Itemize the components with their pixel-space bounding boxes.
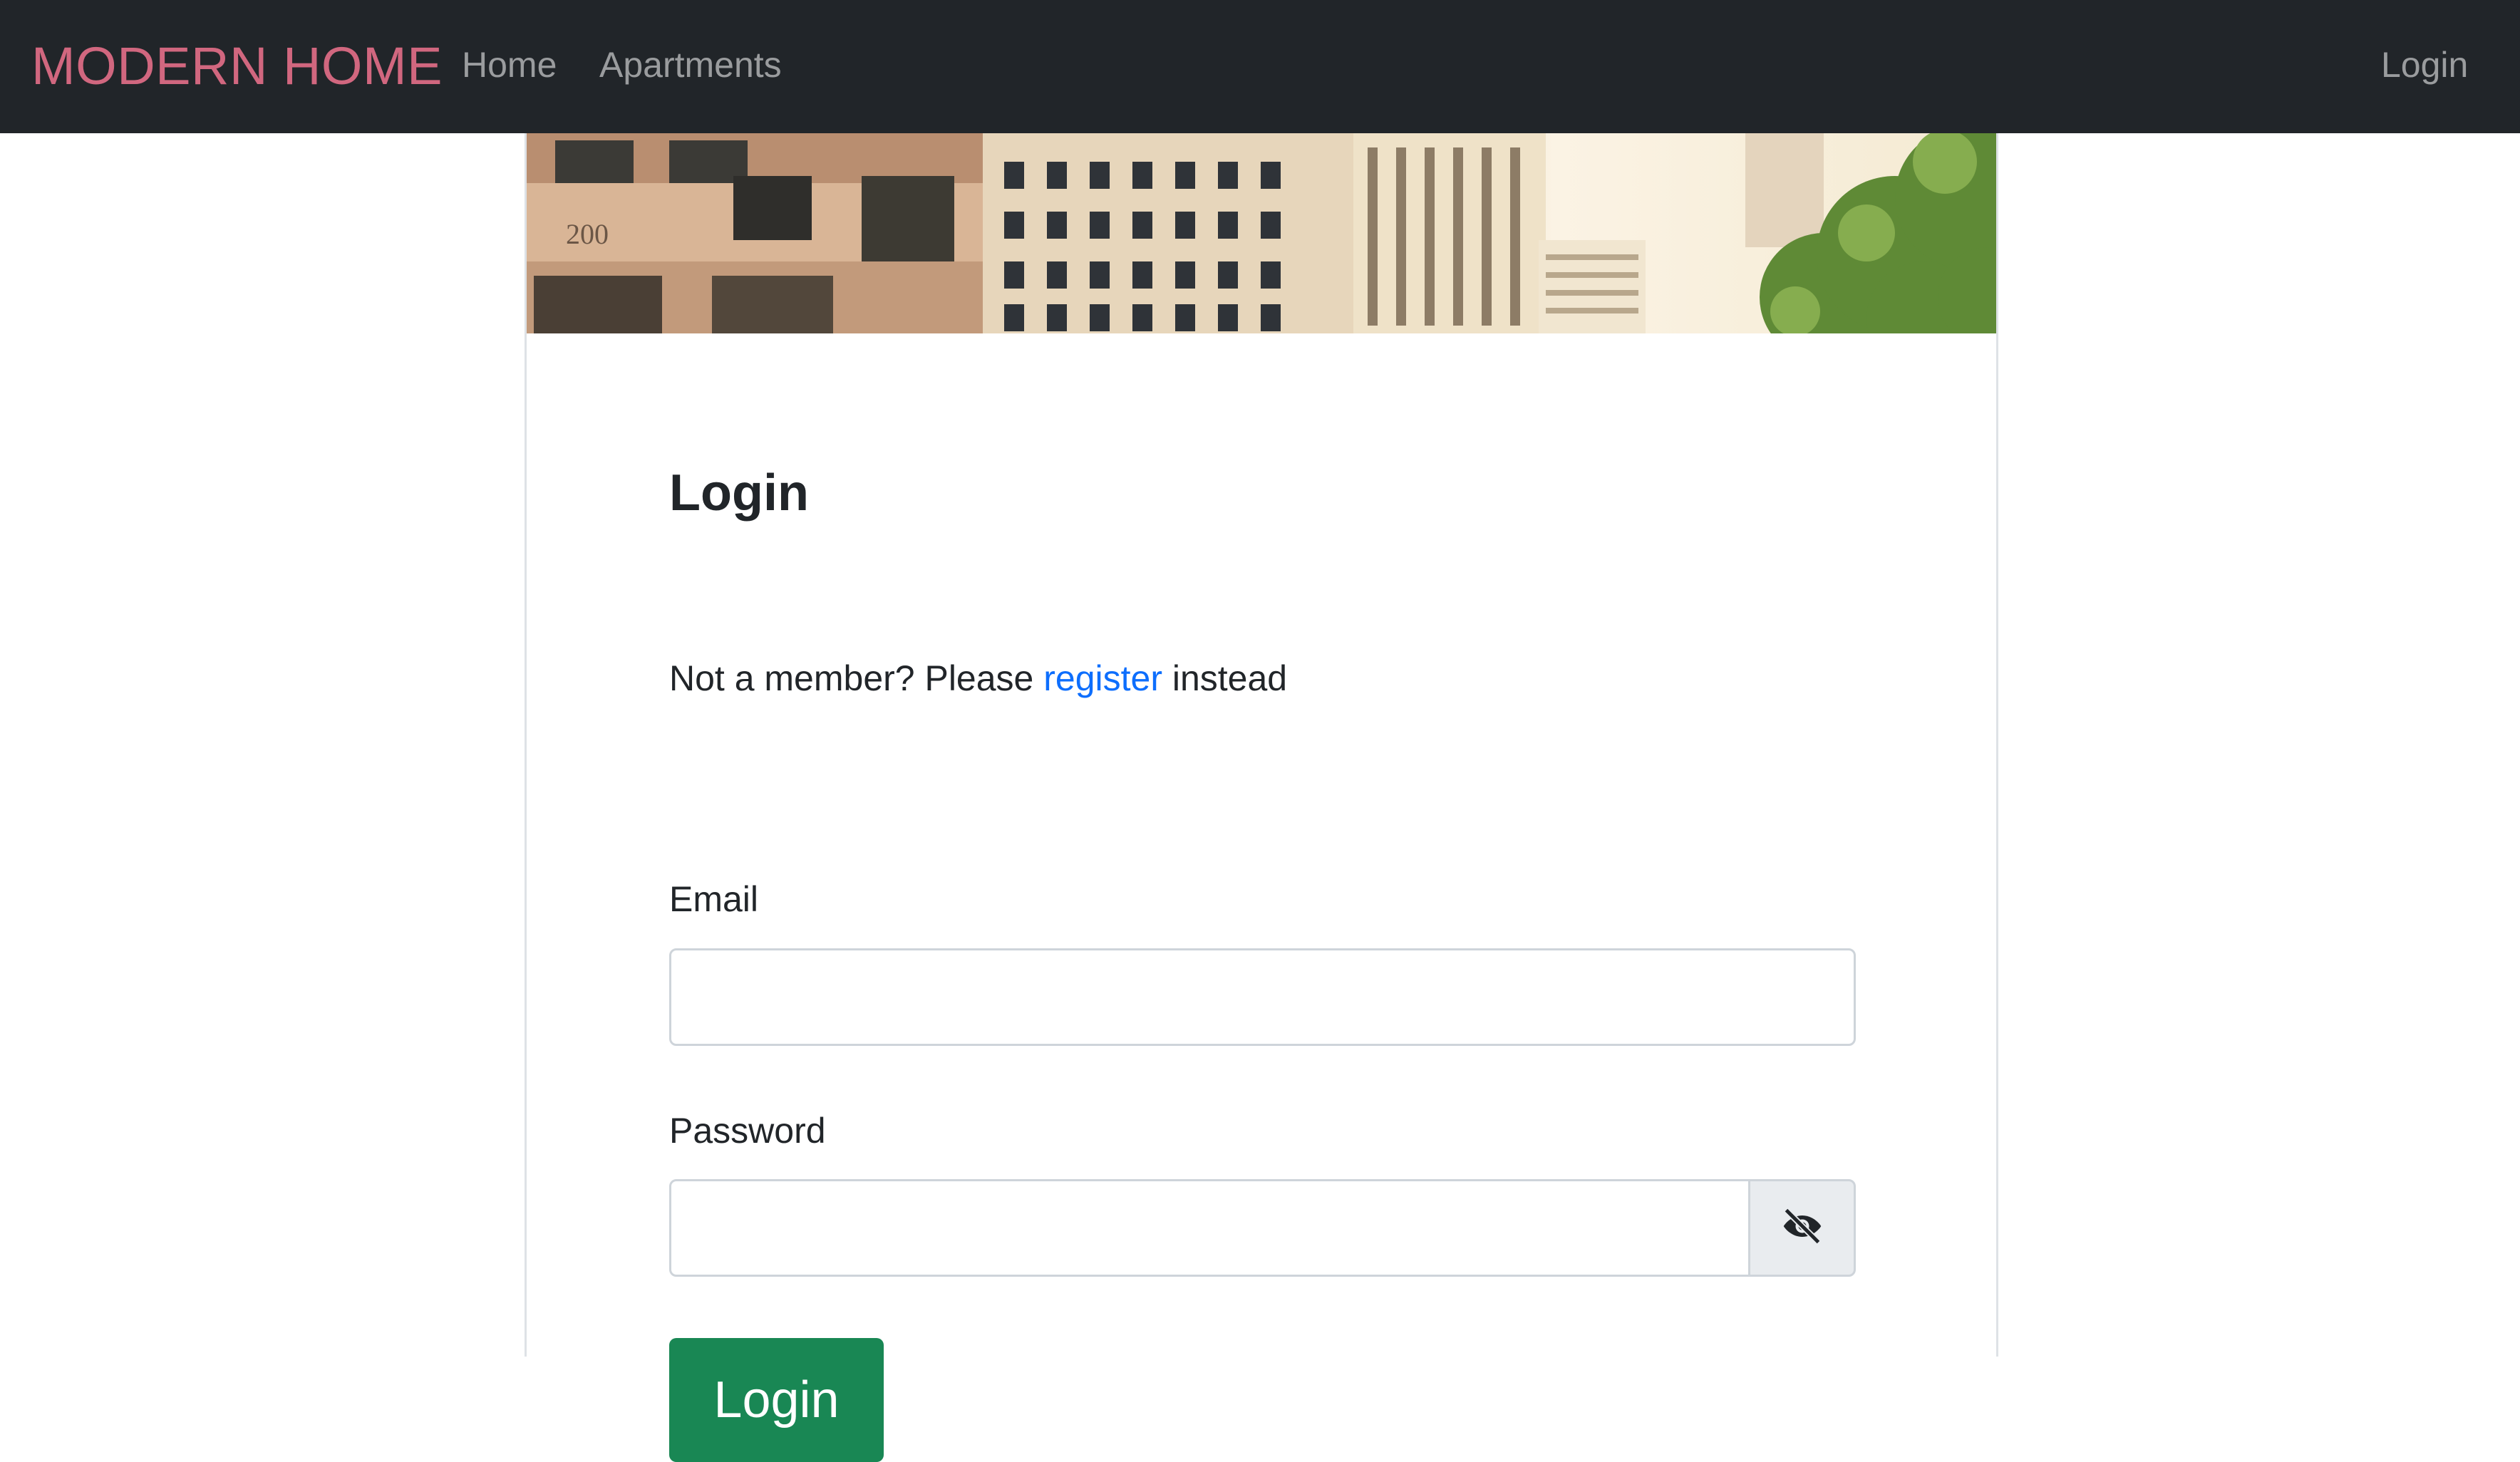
register-prompt-suffix: instead (1162, 658, 1288, 698)
register-prompt: Not a member? Please register instead (669, 653, 1287, 703)
top-navbar: MODERN HOME Home Apartments Login (0, 0, 2520, 133)
nav-link-home[interactable]: Home (462, 40, 557, 90)
header-building-image: 200 (527, 133, 1996, 333)
password-field[interactable] (669, 1179, 1750, 1277)
register-link[interactable]: register (1043, 658, 1162, 698)
nav-link-login[interactable]: Login (2381, 40, 2468, 90)
login-submit-button[interactable]: Login (669, 1338, 884, 1462)
register-prompt-prefix: Not a member? Please (669, 658, 1044, 698)
email-field[interactable] (669, 948, 1856, 1046)
brand-logo[interactable]: MODERN HOME (31, 33, 443, 100)
nav-link-apartments[interactable]: Apartments (599, 40, 782, 90)
svg-text:200: 200 (566, 218, 609, 250)
login-card: 200 Login Not a member? Please register … (525, 133, 1998, 1462)
eye-slash-icon (1781, 1208, 1824, 1248)
email-label: Email (669, 879, 759, 919)
toggle-password-visibility-button[interactable] (1748, 1179, 1856, 1277)
password-label: Password (669, 1111, 826, 1151)
login-heading: Login (669, 465, 809, 522)
